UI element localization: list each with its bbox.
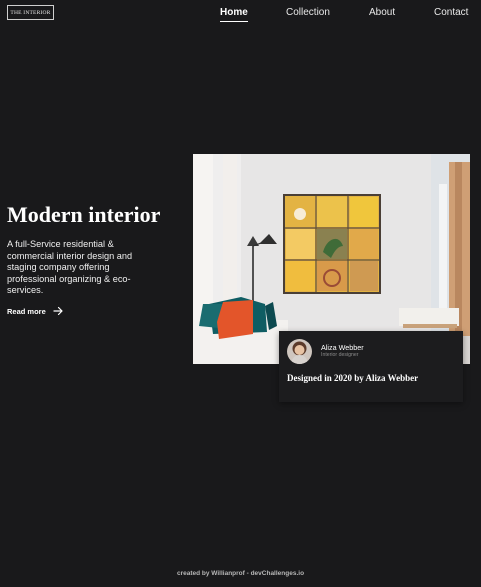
nav-home[interactable]: Home — [220, 7, 248, 22]
card-caption: Designed in 2020 by Aliza Webber — [287, 373, 419, 383]
read-more-link[interactable]: Read more — [7, 306, 63, 316]
hero-title: Modern interior — [7, 202, 161, 227]
read-more-label: Read more — [7, 306, 46, 316]
nav-about[interactable]: About — [369, 7, 395, 18]
nav-contact[interactable]: Contact — [434, 7, 468, 18]
designer-name: Aliza Webber — [321, 343, 364, 352]
designer-card: Aliza Webber Interior designer Designed … — [279, 331, 463, 402]
footer-credit: created by Willianprof - devChallenges.i… — [176, 570, 305, 577]
main-nav: Home Collection About Contact — [0, 7, 481, 22]
arrow-right-icon — [53, 306, 63, 316]
nav-collection[interactable]: Collection — [286, 7, 330, 18]
hero-description: A full-Service residential & commercial … — [7, 239, 133, 295]
designer-role: Interior designer — [321, 352, 359, 358]
designer-avatar — [287, 339, 312, 364]
